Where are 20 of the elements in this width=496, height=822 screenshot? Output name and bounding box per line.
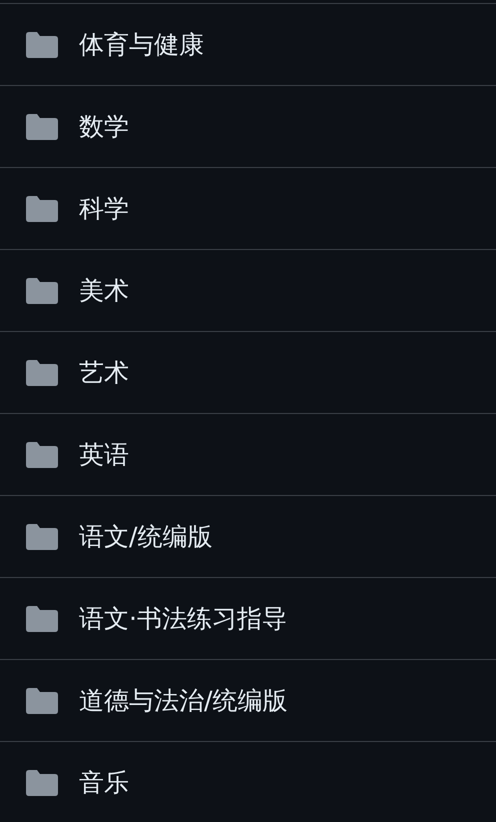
folder-icon <box>26 688 58 714</box>
folder-name[interactable]: 音乐 <box>79 766 129 799</box>
folder-name[interactable]: 艺术 <box>79 356 129 389</box>
folder-name[interactable]: 数学 <box>79 110 129 143</box>
folder-icon <box>26 196 58 222</box>
folder-icon <box>26 32 58 58</box>
folder-icon <box>26 770 58 796</box>
folder-name[interactable]: 英语 <box>79 438 129 471</box>
folder-name[interactable]: 语文·书法练习指导 <box>79 602 287 635</box>
folder-icon <box>26 114 58 140</box>
folder-name[interactable]: 科学 <box>79 192 129 225</box>
folder-icon <box>26 524 58 550</box>
folder-icon <box>26 360 58 386</box>
folder-name[interactable]: 语文/统编版 <box>79 520 212 553</box>
folder-icon <box>26 278 58 304</box>
folder-icon <box>26 606 58 632</box>
folder-name[interactable]: 体育与健康 <box>79 28 204 61</box>
folder-name[interactable]: 美术 <box>79 274 129 307</box>
folder-name[interactable]: 道德与法治/统编版 <box>79 684 288 717</box>
folder-icon <box>26 442 58 468</box>
